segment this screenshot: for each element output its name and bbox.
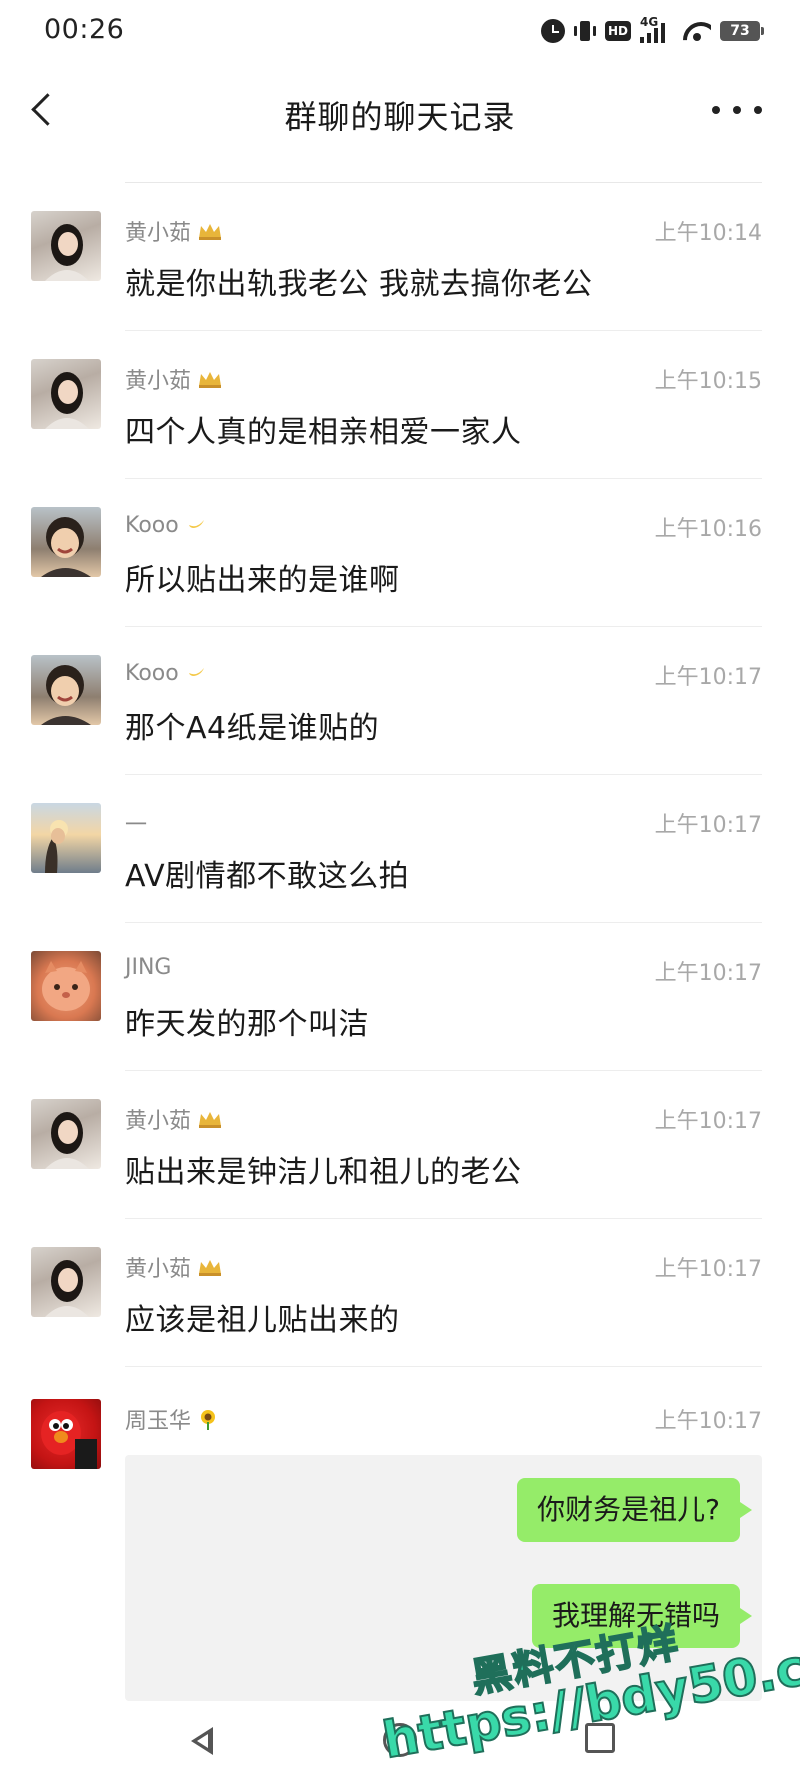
message-list: 黄小茹 上午10:14 就是你出轨我老公 我就去搞你老公 黄小茹 上午10:15… (0, 183, 800, 1367)
message-text: 贴出来是钟洁儿和祖儿的老公 (125, 1155, 522, 1190)
status-time: 00:26 (44, 14, 125, 45)
nav-recents-icon[interactable] (585, 1723, 615, 1753)
message-item[interactable]: Kooo 上午10:17 那个A4纸是谁贴的 (0, 627, 800, 775)
message-time: 上午10:15 (654, 369, 762, 394)
divider (125, 1366, 762, 1367)
crown-icon (197, 1109, 223, 1129)
sender-name: 黄小茹 (125, 363, 223, 395)
cellular-signal-icon: 4G (640, 15, 674, 43)
message-item[interactable]: 黄小茹 上午10:15 四个人真的是相亲相爱一家人 (0, 331, 800, 479)
sender-name: 黄小茹 (125, 1103, 223, 1135)
avatar[interactable] (31, 655, 101, 725)
message-text: 昨天发的那个叫洁 (125, 1007, 369, 1042)
avatar[interactable] (31, 1399, 101, 1469)
message-item[interactable]: JING 上午10:17 昨天发的那个叫洁 (0, 923, 800, 1071)
nav-home-icon[interactable] (383, 1723, 417, 1757)
avatar[interactable] (31, 211, 101, 281)
message-item[interactable]: 黄小茹 上午10:17 贴出来是钟洁儿和祖儿的老公 (0, 1071, 800, 1219)
avatar[interactable] (31, 951, 101, 1021)
image-message-item[interactable]: 周玉华 上午10:17 你财务是祖儿? 我理解无错吗 (0, 1371, 800, 1701)
crown-icon (197, 369, 223, 389)
message-time: 上午10:14 (654, 221, 762, 246)
sunflower-icon (197, 1408, 219, 1430)
network-type: 4G (640, 15, 659, 29)
more-options-icon[interactable] (712, 92, 762, 128)
message-item[interactable]: 黄小茹 上午10:17 应该是祖儿贴出来的 (0, 1219, 800, 1367)
chat-screenshot-image[interactable]: 你财务是祖儿? 我理解无错吗 (125, 1455, 762, 1701)
message-text: AV剧情都不敢这么拍 (125, 859, 410, 894)
message-time: 上午10:17 (654, 813, 762, 838)
message-time: 上午10:16 (654, 517, 762, 542)
sender-name: 一 (125, 813, 148, 838)
message-time: 上午10:17 (654, 1257, 762, 1282)
alarm-icon (540, 19, 565, 43)
status-bar: 00:26 HD 4G 73 (0, 0, 800, 62)
hd-icon: HD (604, 21, 631, 41)
nav-back-icon[interactable] (185, 1721, 225, 1761)
message-item[interactable]: Kooo 上午10:16 所以贴出来的是谁啊 (0, 479, 800, 627)
moon-icon (185, 659, 207, 687)
vibrate-icon (573, 19, 596, 43)
sender-name: Kooo (125, 659, 207, 687)
message-text: 四个人真的是相亲相爱一家人 (125, 415, 522, 450)
status-icons: HD 4G 73 (540, 15, 764, 46)
crown-icon (197, 1257, 223, 1277)
sender-name: 周玉华 (125, 1403, 219, 1435)
sender-name: 黄小茹 (125, 215, 223, 247)
message-time: 上午10:17 (654, 1109, 762, 1134)
message-text: 所以贴出来的是谁啊 (125, 563, 400, 598)
message-time: 上午10:17 (654, 665, 762, 690)
chat-bubble: 你财务是祖儿? (517, 1478, 752, 1542)
battery-icon: 73 (720, 21, 764, 41)
header: 群聊的聊天记录 (0, 62, 800, 162)
navigation-bar (0, 1701, 800, 1783)
wifi-icon (683, 20, 711, 42)
avatar[interactable] (31, 803, 101, 873)
message-text: 就是你出轨我老公 我就去搞你老公 (125, 267, 593, 302)
avatar[interactable] (31, 1099, 101, 1169)
avatar[interactable] (31, 507, 101, 577)
sender-name: JING (125, 955, 172, 980)
chat-bubble: 我理解无错吗 (531, 1584, 753, 1648)
crown-icon (197, 221, 223, 241)
sender-name: 黄小茹 (125, 1251, 223, 1283)
message-text: 应该是祖儿贴出来的 (125, 1303, 400, 1338)
sender-name: Kooo (125, 511, 207, 539)
avatar[interactable] (31, 1247, 101, 1317)
moon-icon (185, 511, 207, 539)
page-title: 群聊的聊天记录 (284, 98, 516, 136)
avatar[interactable] (31, 359, 101, 429)
message-time: 上午10:17 (654, 1409, 762, 1434)
message-item[interactable]: 黄小茹 上午10:14 就是你出轨我老公 我就去搞你老公 (0, 183, 800, 331)
message-item[interactable]: 一 上午10:17 AV剧情都不敢这么拍 (0, 775, 800, 923)
message-time: 上午10:17 (654, 961, 762, 986)
message-text: 那个A4纸是谁贴的 (125, 711, 380, 746)
